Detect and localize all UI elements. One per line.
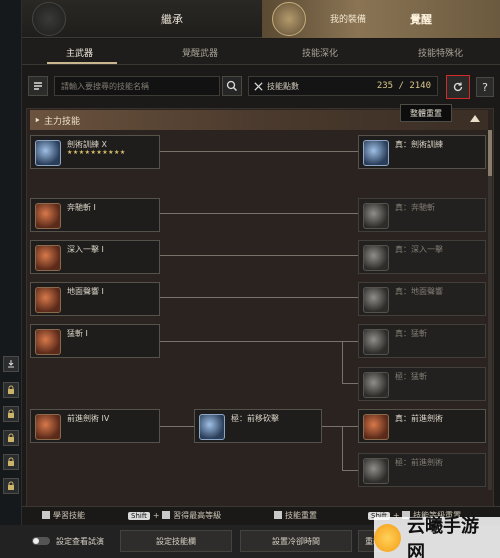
download-icon[interactable] [3,356,19,372]
skill-node-true-deep-strike[interactable]: 真：深入一擊 [358,240,486,274]
search-input[interactable] [55,77,205,95]
preview-label: 設定查看試演 [56,537,104,546]
skill-points: 技能點數 235 / 2140 [248,76,438,96]
connector-line [322,426,358,427]
watermark-logo-icon [374,523,402,552]
watermark-text: 云曦手游网 [407,515,480,558]
skill-node-advance-sword[interactable]: 前進劍術 IV [30,409,160,443]
skill-icon [363,287,389,313]
skill-icon [35,414,61,440]
search-button[interactable] [222,76,242,96]
connector-line [160,297,358,298]
connector-line [160,341,358,342]
skill-node-ground-sound[interactable]: 地面聲響 I [30,282,160,316]
search-box [54,76,220,96]
skill-icon [363,414,389,440]
connector-line [342,341,343,383]
skill-icon [35,329,61,355]
skill-icon [363,458,389,484]
reset-all-button[interactable] [446,75,470,99]
skill-node-ultimate-advance-sword[interactable]: 極：前進劍術 [358,453,486,487]
lock-icon[interactable] [3,406,19,422]
mouse-icon [274,511,282,519]
help-button[interactable]: ? [476,77,494,97]
skill-node-true-fierce-slash[interactable]: 真：猛斬 [358,324,486,358]
left-sidebar [0,0,22,558]
lock-icon[interactable] [3,382,19,398]
subtab-awakening-weapon[interactable]: 覺醒武器 [182,46,218,59]
skill-points-value: 235 / 2140 [376,81,431,91]
skill-icon [363,372,389,398]
skill-icon [363,140,389,166]
scrollbar[interactable] [488,130,492,490]
preview-toggle[interactable] [32,537,50,545]
skill-node-deep-strike[interactable]: 深入一擊 I [30,240,160,274]
skill-icon [363,203,389,229]
refresh-icon [453,82,463,92]
scrollbar-thumb[interactable] [488,130,492,176]
skill-node-ultimate-fierce-slash[interactable]: 極：猛斬 [358,367,486,401]
skill-node-fierce-slash[interactable]: 猛斬 I [30,324,160,358]
skill-points-label: 技能點數 [267,82,299,91]
skill-icon [363,245,389,271]
skill-node-true-sword-training[interactable]: 真：劍術訓練 [358,135,486,169]
class-emblem-icon [32,2,66,36]
menu-icon [34,82,42,90]
active-tab-indicator [47,62,117,64]
skill-node-true-ground-sound[interactable]: 真：地面聲響 [358,282,486,316]
search-icon [226,80,237,91]
skill-icon [35,287,61,313]
collapse-icon[interactable] [470,115,480,122]
connector-line [342,426,343,470]
skill-node-sword-training[interactable]: 劍術訓練 X ★★★★★★★★★★ [30,135,160,169]
hint-learn-max: Shift + 習得最高等級 [128,510,221,521]
lock-icon[interactable] [3,454,19,470]
hint-reset-skill: 技能重置 [274,510,317,521]
connector-line [342,383,358,384]
watermark: 云曦手游网 [374,516,500,558]
skill-node-forward-strike[interactable]: 極：前移砍擊 [194,409,322,443]
skill-icon [363,329,389,355]
skill-node-true-dash-slash[interactable]: 真：奔馳斬 [358,198,486,232]
connector-line [160,255,358,256]
menu-button[interactable] [28,76,48,96]
mouse-icon [42,511,50,519]
reset-tooltip: 整體重置 [400,104,452,122]
awakening-sub-label: 我的裝備 [330,15,367,25]
caret-right-icon [35,117,40,123]
skill-icon [35,245,61,271]
header: 繼承 我的裝備 覺醒 [22,0,500,38]
question-icon: ? [482,80,488,94]
awakening-label: 覺醒 [410,13,432,26]
hint-learn: 學習技能 [42,510,85,521]
scales-icon [272,2,306,36]
tab-inherit[interactable]: 繼承 [82,0,262,38]
set-cooldown-button[interactable]: 設置冷卻時間 [240,530,352,552]
skill-node-dash-slash[interactable]: 奔馳斬 I [30,198,160,232]
subtab-skill-deepen[interactable]: 技能深化 [302,46,338,59]
lock-icon[interactable] [3,478,19,494]
section-title: 主力技能 [44,117,81,127]
skill-node-true-advance-sword[interactable]: 真：前進劍術 [358,409,486,443]
set-skill-bar-button[interactable]: 設定技能欄 [120,530,232,552]
connector-line [342,470,358,471]
skill-icon [35,140,61,166]
subtab-skill-special[interactable]: 技能特殊化 [418,46,463,59]
connector-line [160,151,358,152]
subtab-main-weapon[interactable]: 主武器 [66,46,93,59]
lock-icon[interactable] [3,430,19,446]
skill-icon [199,414,225,440]
tab-awakening[interactable]: 我的裝備 覺醒 [262,0,500,38]
mouse-icon [162,511,171,519]
connector-line [160,213,358,214]
skill-icon [35,203,61,229]
connector-line [160,426,194,427]
subtab-bar: 主武器 覺醒武器 技能深化 技能特殊化 [22,39,500,65]
swords-icon [254,82,263,91]
